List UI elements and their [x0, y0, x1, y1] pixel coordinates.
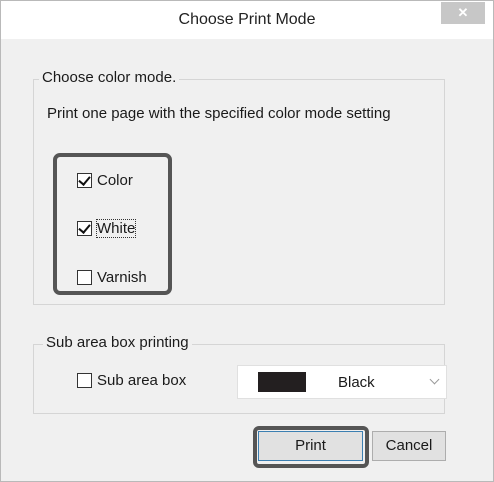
color-checkbox-label: Color [97, 172, 133, 189]
print-button[interactable]: Print [258, 431, 363, 461]
white-checkbox[interactable] [77, 221, 92, 236]
sub-area-checkbox[interactable] [77, 373, 92, 388]
choose-print-mode-dialog: Choose Print Mode ✕ Choose color mode. P… [0, 0, 494, 482]
sub-area-group-label: Sub area box printing [43, 334, 192, 351]
white-checkbox-label: White [95, 219, 137, 238]
white-checkbox-row[interactable]: White [77, 219, 137, 238]
cancel-button[interactable]: Cancel [372, 431, 446, 461]
chevron-down-icon [429, 374, 440, 385]
varnish-checkbox-row[interactable]: Varnish [77, 269, 147, 286]
sub-area-checkbox-label: Sub area box [97, 372, 187, 389]
color-select-value: Black [338, 374, 375, 391]
varnish-checkbox[interactable] [77, 270, 92, 285]
close-icon: ✕ [457, 5, 469, 20]
color-mode-group-label: Choose color mode. [39, 69, 180, 86]
title-bar[interactable]: Choose Print Mode ✕ [1, 1, 493, 39]
color-mode-description: Print one page with the specified color … [47, 105, 391, 122]
color-checkbox[interactable] [77, 173, 92, 188]
color-checkbox-row[interactable]: Color [77, 172, 133, 189]
color-swatch [258, 372, 306, 392]
sub-area-color-select[interactable]: Black [237, 365, 447, 399]
varnish-checkbox-label: Varnish [97, 269, 147, 286]
dialog-title: Choose Print Mode [178, 11, 316, 28]
close-button[interactable]: ✕ [441, 2, 485, 24]
sub-area-checkbox-row[interactable]: Sub area box [77, 372, 186, 389]
